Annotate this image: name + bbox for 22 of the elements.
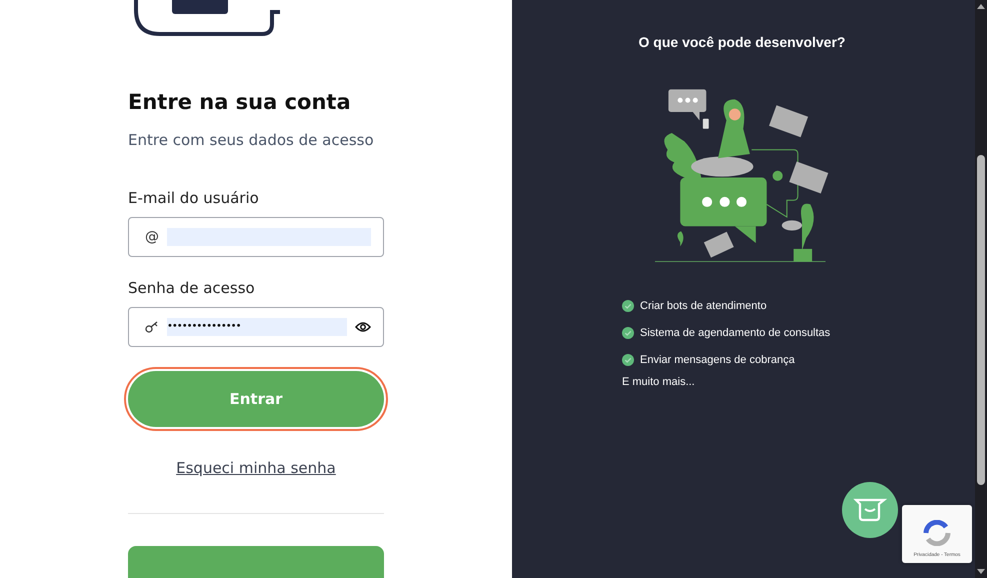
feature-text: Criar bots de atendimento xyxy=(640,300,767,312)
chat-bubble-icon xyxy=(853,497,887,523)
login-subheading: Entre com seus dados de acesso xyxy=(128,131,375,149)
scrollbar[interactable] xyxy=(975,0,987,578)
at-icon: @ xyxy=(145,229,159,245)
recaptcha-icon xyxy=(922,520,952,546)
forgot-password-link[interactable]: Esqueci minha senha xyxy=(176,459,336,477)
email-label: E-mail do usuário xyxy=(128,189,260,207)
password-field[interactable]: ••••••••••••••• xyxy=(128,307,384,347)
login-heading: Entre na sua conta xyxy=(128,90,352,114)
password-label: Senha de acesso xyxy=(128,279,256,297)
password-value: ••••••••••••••• xyxy=(167,318,347,336)
promo-title: O que você pode desenvolver? xyxy=(638,34,846,50)
email-field[interactable]: @ xyxy=(128,217,384,257)
key-icon xyxy=(145,321,159,333)
more-text: E muito mais... xyxy=(622,376,696,388)
eye-icon[interactable] xyxy=(355,321,371,333)
feature-text: Enviar mensagens de cobrança xyxy=(640,354,795,366)
check-icon xyxy=(622,327,634,339)
check-icon xyxy=(622,354,634,366)
check-icon xyxy=(622,300,634,312)
feature-text: Sistema de agendamento de consultas xyxy=(640,327,830,339)
